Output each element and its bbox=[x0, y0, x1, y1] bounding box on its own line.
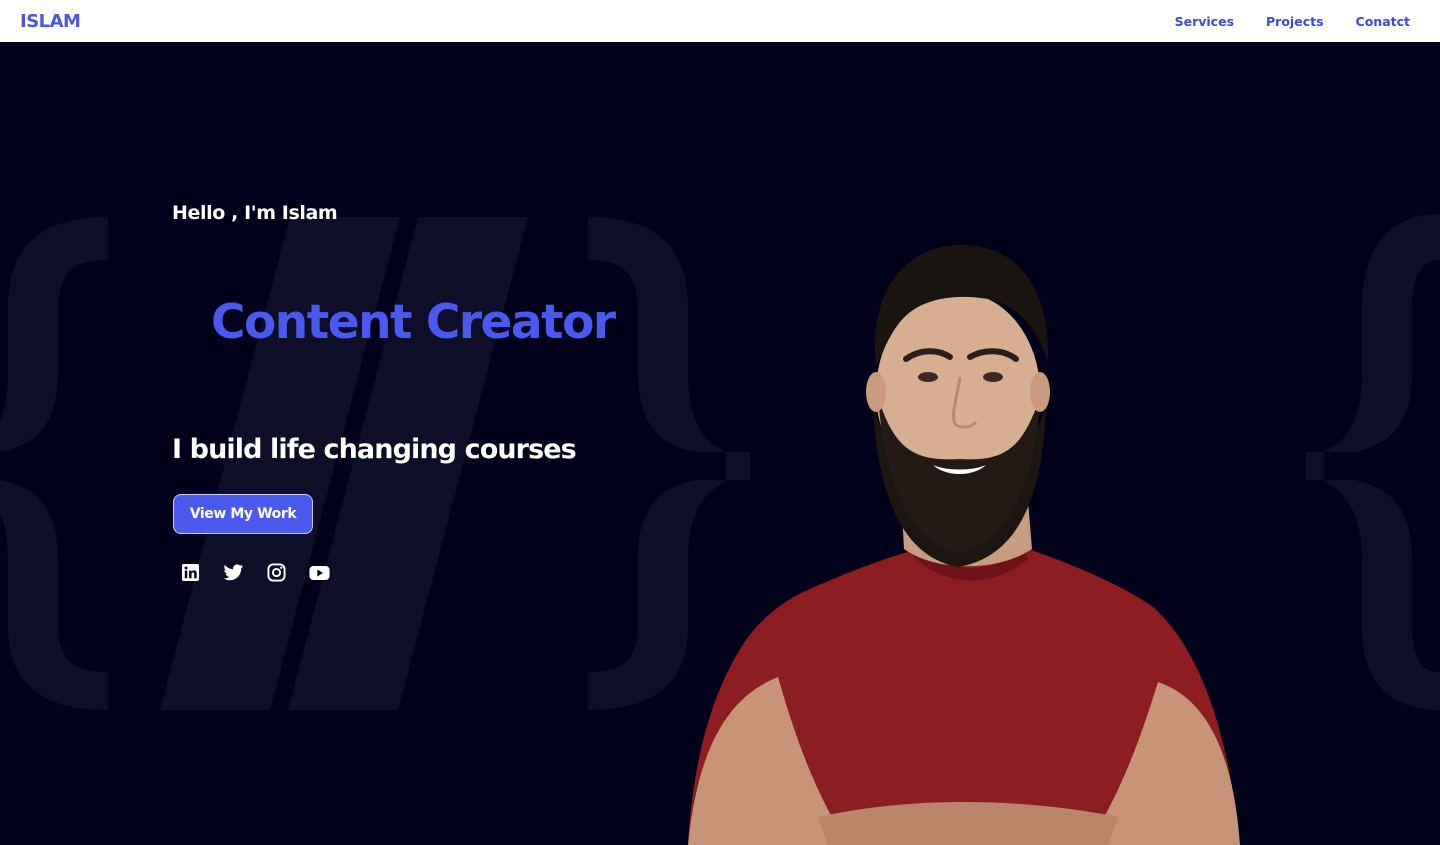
main-nav: Services Projects Conatct bbox=[1175, 14, 1410, 29]
top-navbar: ISLAM Services Projects Conatct bbox=[0, 0, 1440, 42]
hero-section: Hello , I'm Islam Content Creator I buil… bbox=[0, 42, 1440, 845]
profile-portrait bbox=[688, 244, 1240, 845]
twitter-icon[interactable] bbox=[223, 562, 244, 583]
youtube-icon[interactable] bbox=[309, 562, 330, 583]
hero-role: Content Creator bbox=[211, 295, 616, 350]
hero-tagline: I build life changing courses bbox=[172, 434, 577, 465]
instagram-icon[interactable] bbox=[266, 562, 287, 583]
hero-greeting: Hello , I'm Islam bbox=[172, 202, 338, 224]
linkedin-icon[interactable] bbox=[180, 562, 201, 583]
social-links bbox=[180, 562, 330, 583]
nav-link-contact[interactable]: Conatct bbox=[1356, 14, 1410, 29]
nav-link-projects[interactable]: Projects bbox=[1266, 14, 1324, 29]
brand-logo[interactable]: ISLAM bbox=[20, 11, 81, 32]
view-my-work-button[interactable]: View My Work bbox=[173, 494, 313, 534]
nav-link-services[interactable]: Services bbox=[1175, 14, 1234, 29]
